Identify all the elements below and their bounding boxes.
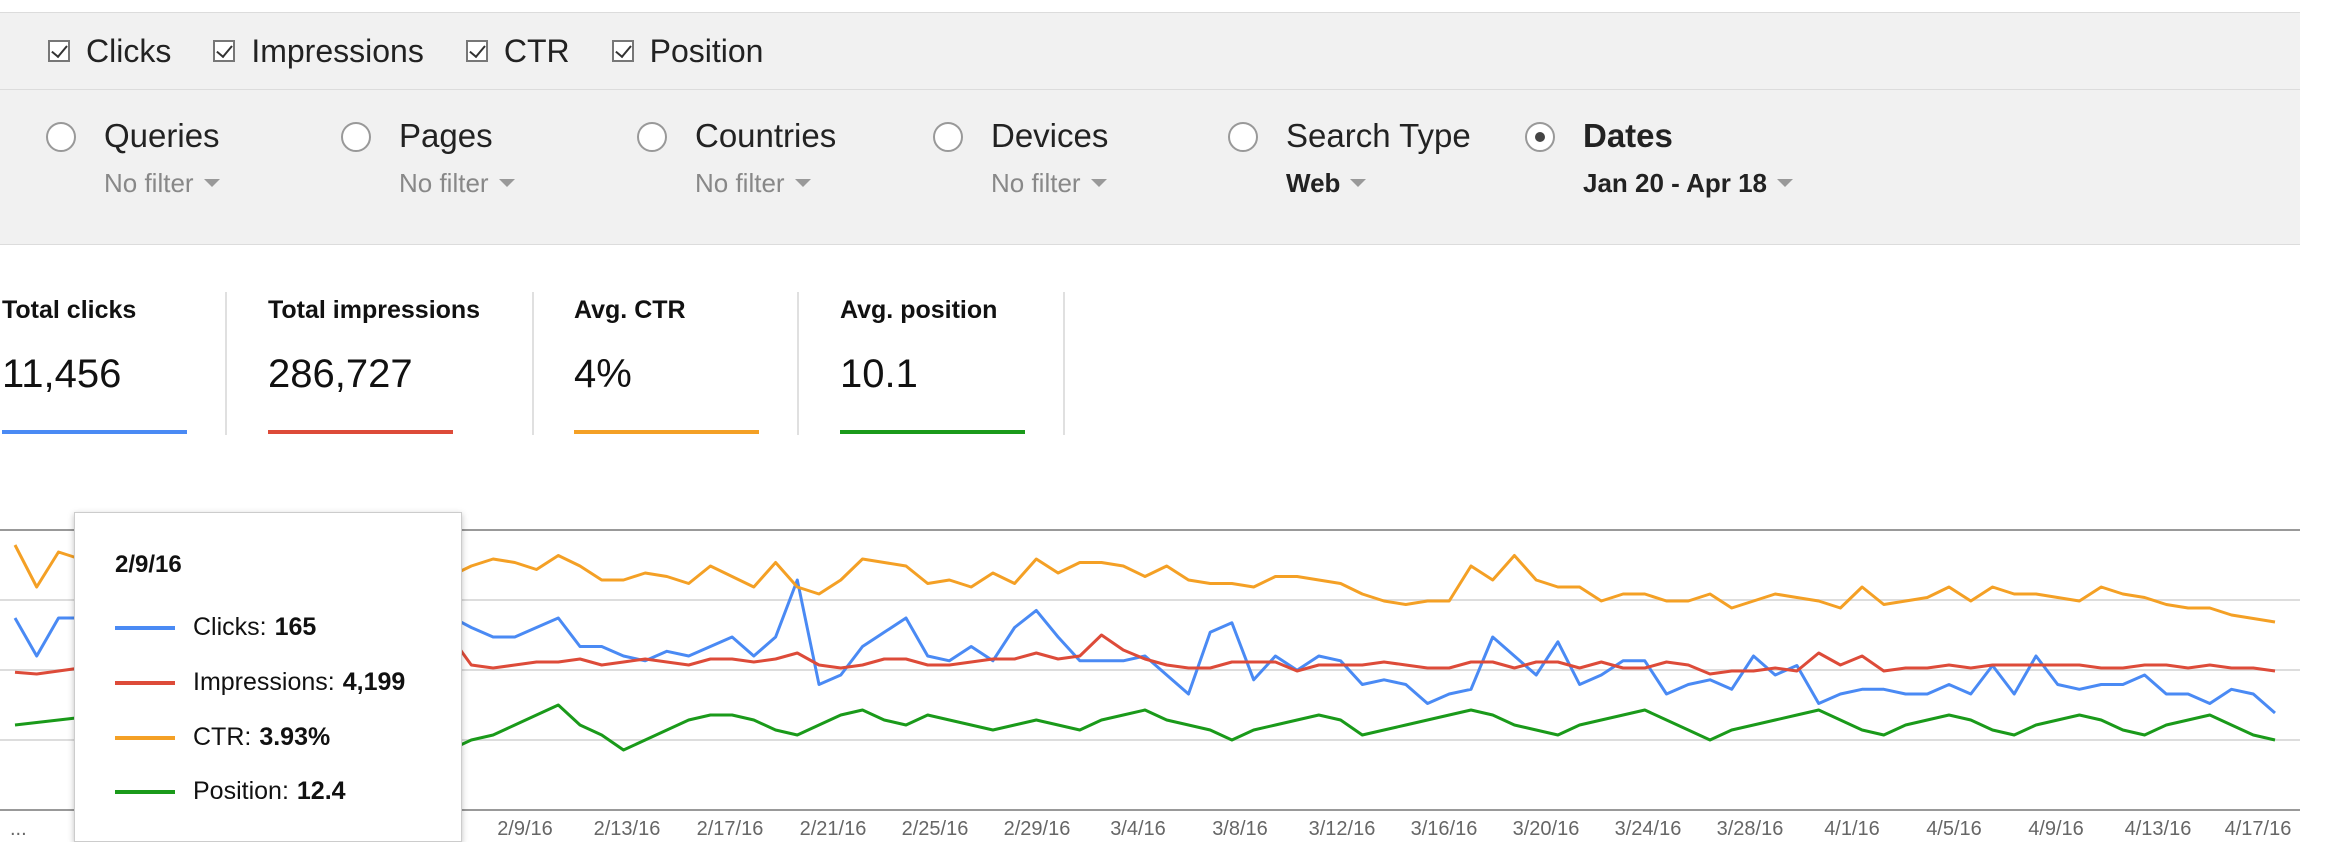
scorecard-divider bbox=[532, 292, 534, 435]
metric-toggle-clicks[interactable]: Clicks bbox=[48, 33, 171, 70]
scorecard-value: 10.1 bbox=[840, 352, 918, 396]
caret-down-icon bbox=[498, 179, 515, 188]
devices-title: Devices bbox=[991, 117, 1109, 154]
metric-toggle-position[interactable]: Position bbox=[611, 32, 764, 70]
x-tick-label: 4/17/16 bbox=[2225, 818, 2292, 840]
devices-filter-value: No filter bbox=[991, 168, 1081, 198]
metric-toggle-bar: Clicks Impressions CTR Position bbox=[0, 12, 2300, 90]
tooltip-row-label: Position: bbox=[193, 777, 289, 805]
dates-title: Dates bbox=[1583, 117, 1673, 154]
ctr-label: CTR bbox=[503, 32, 570, 69]
scorecard-label: Avg. CTR bbox=[574, 296, 686, 324]
ctr-checkbox[interactable] bbox=[465, 40, 488, 62]
x-tick-label: 3/20/16 bbox=[1513, 818, 1580, 840]
queries-title: Queries bbox=[104, 117, 220, 154]
tooltip-row-value: 4,199 bbox=[342, 668, 406, 696]
tooltip-date: 2/9/16 bbox=[115, 551, 182, 578]
x-tick-label: 4/5/16 bbox=[1926, 818, 1982, 840]
scorecard-divider bbox=[1063, 292, 1065, 435]
pages-radio[interactable] bbox=[341, 122, 371, 152]
date-range-value: Jan 20 - Apr 18 bbox=[1583, 168, 1768, 198]
search-type-title: Search Type bbox=[1286, 117, 1471, 154]
scorecard-divider bbox=[225, 292, 227, 435]
caret-down-icon bbox=[1350, 179, 1367, 188]
pages-filter-dropdown[interactable]: No filter bbox=[399, 168, 515, 199]
tooltip-row-ctr: CTR: 3.93% bbox=[115, 723, 330, 752]
queries-filter-dropdown[interactable]: No filter bbox=[104, 168, 220, 199]
x-tick-label: 2/21/16 bbox=[800, 818, 867, 840]
dates-radio[interactable] bbox=[1525, 122, 1555, 152]
tooltip-row-label: Impressions: bbox=[193, 668, 335, 696]
x-tick-label: 2/17/16 bbox=[697, 818, 764, 840]
x-tick-label: 4/13/16 bbox=[2125, 818, 2192, 840]
x-tick-label: 4/9/16 bbox=[2028, 818, 2084, 840]
scorecard-value: 286,727 bbox=[268, 352, 413, 396]
x-tick-label: 2/25/16 bbox=[902, 818, 969, 840]
tooltip-row-label: Clicks: bbox=[193, 613, 267, 641]
tooltip-row-clicks: Clicks: 165 bbox=[115, 613, 316, 642]
countries-filter-dropdown[interactable]: No filter bbox=[695, 168, 811, 199]
search-type-dropdown[interactable]: Web bbox=[1286, 168, 1367, 199]
scorecard-value: 11,456 bbox=[2, 352, 122, 396]
scorecard-label: Avg. position bbox=[840, 296, 998, 324]
position-checkbox[interactable] bbox=[611, 40, 634, 62]
tooltip-row-impressions: Impressions: 4,199 bbox=[115, 668, 405, 697]
pages-title: Pages bbox=[399, 117, 493, 154]
caret-down-icon bbox=[203, 179, 220, 188]
metric-toggle-ctr[interactable]: CTR bbox=[465, 32, 570, 70]
countries-filter-value: No filter bbox=[695, 168, 785, 198]
tooltip-row-position: Position: 12.4 bbox=[115, 777, 346, 806]
countries-radio[interactable] bbox=[637, 122, 667, 152]
caret-down-icon bbox=[1090, 179, 1107, 188]
scorecard-color-bar bbox=[574, 430, 759, 434]
x-tick-label: 3/8/16 bbox=[1212, 818, 1268, 840]
x-tick-label: 2/13/16 bbox=[594, 818, 661, 840]
scorecard-value: 4% bbox=[574, 352, 632, 396]
filter-bar: Queries No filter Pages No filter Countr… bbox=[0, 90, 2300, 245]
impressions-label: Impressions bbox=[251, 32, 424, 69]
tooltip-swatch bbox=[115, 625, 175, 630]
scorecard-color-bar bbox=[840, 430, 1025, 434]
tooltip-swatch bbox=[115, 680, 175, 685]
x-tick-label: 3/16/16 bbox=[1411, 818, 1478, 840]
x-tick-label: 2/29/16 bbox=[1004, 818, 1071, 840]
x-tick-label: ... bbox=[10, 818, 27, 840]
search-type-radio[interactable] bbox=[1228, 122, 1258, 152]
scorecard-label: Total clicks bbox=[2, 296, 137, 324]
devices-radio[interactable] bbox=[933, 122, 963, 152]
caret-down-icon bbox=[794, 179, 811, 188]
tooltip-row-value: 12.4 bbox=[296, 777, 346, 805]
scorecard-divider bbox=[797, 292, 799, 435]
scorecard-label: Total impressions bbox=[268, 296, 481, 324]
x-tick-label: 2/9/16 bbox=[497, 818, 553, 840]
chart-tooltip: 2/9/16 Clicks: 165 Impressions: 4,199 CT… bbox=[74, 512, 462, 842]
queries-filter-value: No filter bbox=[104, 168, 194, 198]
tooltip-row-label: CTR: bbox=[193, 723, 252, 751]
date-range-dropdown[interactable]: Jan 20 - Apr 18 bbox=[1583, 168, 1794, 199]
clicks-checkbox[interactable] bbox=[48, 40, 70, 62]
devices-filter-dropdown[interactable]: No filter bbox=[991, 168, 1107, 199]
x-tick-label: 3/24/16 bbox=[1615, 818, 1682, 840]
metric-toggle-impressions[interactable]: Impressions bbox=[213, 33, 424, 70]
impressions-checkbox[interactable] bbox=[213, 40, 236, 62]
queries-radio[interactable] bbox=[46, 122, 76, 152]
scorecard-color-bar bbox=[268, 430, 453, 434]
x-tick-label: 3/28/16 bbox=[1717, 818, 1784, 840]
caret-down-icon bbox=[1777, 179, 1794, 188]
x-tick-label: 4/1/16 bbox=[1824, 818, 1880, 840]
clicks-label: Clicks bbox=[86, 32, 172, 69]
pages-filter-value: No filter bbox=[399, 168, 489, 198]
countries-title: Countries bbox=[695, 117, 837, 154]
scorecard-color-bar bbox=[2, 430, 187, 434]
tooltip-swatch bbox=[115, 735, 175, 740]
position-label: Position bbox=[649, 32, 764, 69]
tooltip-swatch bbox=[115, 789, 175, 794]
tooltip-row-value: 3.93% bbox=[259, 723, 331, 751]
x-tick-label: 3/12/16 bbox=[1309, 818, 1376, 840]
x-tick-label: 3/4/16 bbox=[1110, 818, 1166, 840]
search-type-value: Web bbox=[1286, 168, 1341, 198]
tooltip-row-value: 165 bbox=[274, 613, 317, 641]
